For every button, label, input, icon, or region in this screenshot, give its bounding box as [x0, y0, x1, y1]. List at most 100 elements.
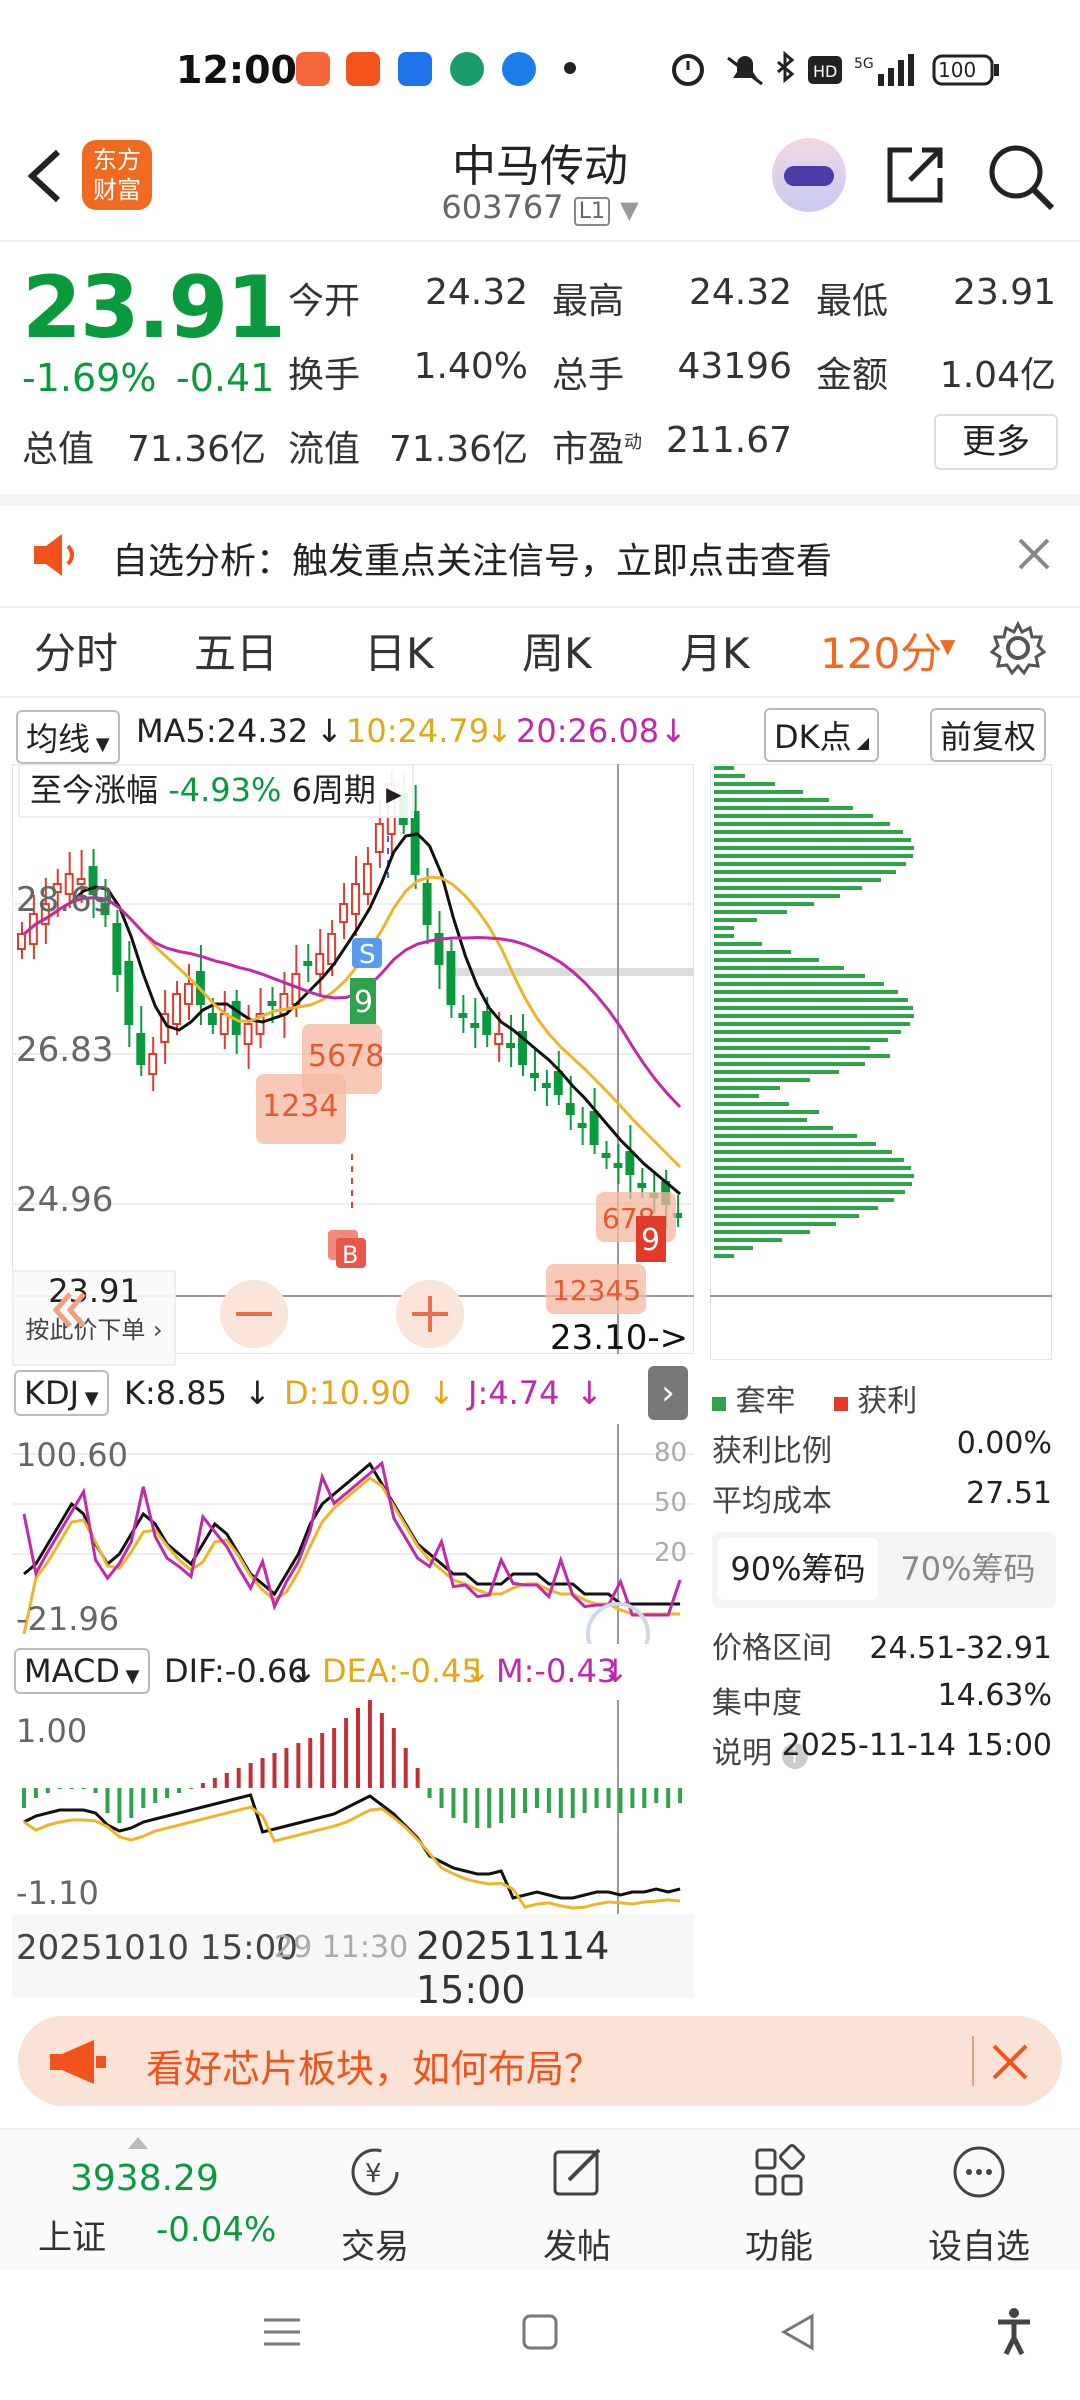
amount-label: 金额 — [816, 355, 889, 396]
accessibility-icon[interactable] — [994, 2306, 1034, 2356]
scroll-left-icon[interactable] — [40, 1282, 96, 1338]
dk-point-button[interactable]: DK点 ◢ — [764, 708, 880, 762]
chip-bar — [714, 766, 734, 770]
chip-bar — [714, 966, 844, 970]
search-icon[interactable] — [986, 142, 1056, 212]
macd-bar — [678, 1788, 683, 1803]
nav-post[interactable]: 发帖 — [512, 2144, 642, 2268]
macd-axis-bottom: -1.10 — [16, 1874, 99, 1912]
macd-bar — [523, 1788, 528, 1813]
collapse-panel-button[interactable]: › — [648, 1366, 688, 1420]
chip-bar — [714, 1126, 833, 1130]
macd-selector[interactable]: MACD ▼ — [14, 1648, 150, 1694]
sequence-numbers: 1234 — [262, 1089, 338, 1124]
nav-functions[interactable]: 功能 — [714, 2144, 844, 2268]
macd-bar — [81, 1788, 86, 1789]
float-value: 71.36亿 — [388, 429, 528, 470]
macd-bar — [511, 1788, 516, 1818]
chip-bar — [714, 974, 865, 978]
chip-bar — [714, 1022, 910, 1026]
macd-bar — [260, 1758, 265, 1788]
turnover-label: 换手 — [288, 355, 361, 396]
status-time: 12:00 — [176, 48, 297, 92]
candle-body — [553, 1071, 563, 1095]
period-change-label: 至今涨幅 — [30, 771, 159, 809]
chip-bar — [714, 1158, 904, 1162]
nav-trade[interactable]: ¥ 交易 — [310, 2144, 440, 2268]
candle-body — [613, 1163, 623, 1168]
macd-bar — [344, 1718, 349, 1788]
close-icon[interactable] — [1016, 536, 1052, 572]
tab-chip-70[interactable]: 70%筹码 — [888, 1538, 1048, 1600]
candlestick-chart[interactable]: 1234 5678 678 12345 S 9 9 B — [12, 764, 694, 1354]
zoom-out-button[interactable] — [220, 1280, 288, 1348]
nav-add-watchlist[interactable]: 设自选 — [914, 2144, 1044, 2268]
concentration-label: 集中度 — [712, 1686, 802, 1721]
chip-bar — [714, 1222, 836, 1226]
candle-body — [482, 1011, 492, 1035]
chip-bar — [714, 934, 734, 938]
tab-monthly-k[interactable]: 月K — [680, 620, 750, 681]
adjust-button[interactable]: 前复权 — [930, 708, 1047, 762]
chip-legend: 套牢 获利 — [712, 1376, 1056, 1426]
chip-bar — [714, 910, 787, 914]
period-length: 6周期 — [291, 771, 376, 809]
settings-gear-icon[interactable] — [990, 620, 1046, 676]
ma-selector[interactable]: 均线 ▼ — [16, 710, 120, 764]
tab-chip-90[interactable]: 90%筹码 — [718, 1538, 878, 1600]
candle-body — [577, 1123, 587, 1128]
share-icon[interactable] — [882, 142, 948, 208]
more-button[interactable]: 更多 — [934, 414, 1058, 470]
open-label: 今开 — [288, 281, 361, 322]
pe-superscript: 动 — [624, 432, 643, 453]
macd-bar — [188, 1788, 193, 1789]
candle-body — [422, 883, 432, 925]
period-change-value: -4.93% — [168, 771, 282, 809]
chip-bar — [714, 1038, 888, 1042]
kdj-selector[interactable]: KDJ ▼ — [14, 1370, 109, 1416]
ma5-value: MA5:24.32 — [136, 712, 309, 750]
macd-bar — [642, 1788, 647, 1808]
change-percent: -1.69% — [22, 356, 157, 400]
period-change-box[interactable]: 至今涨幅 -4.93% 6周期 ▶ — [18, 764, 414, 818]
close-icon[interactable] — [990, 2042, 1030, 2082]
chip-bar — [714, 790, 803, 794]
chip-bar — [714, 990, 898, 994]
macd-bar — [427, 1788, 432, 1798]
macd-dif-line — [23, 1793, 681, 1900]
kdj-k-arrow: ↓ — [244, 1374, 271, 1412]
macd-bar — [594, 1788, 599, 1808]
candle-body — [243, 1023, 253, 1045]
tab-minute[interactable]: 分时 — [34, 620, 118, 681]
chip-bar — [714, 838, 911, 842]
tab-weekly-k[interactable]: 周K — [522, 620, 592, 681]
mcap-value: 71.36亿 — [126, 429, 266, 470]
kdj-level-20: 20 — [654, 1538, 688, 1568]
home-icon[interactable] — [520, 2312, 560, 2352]
macd-bar — [379, 1713, 384, 1788]
macd-axis-top: 1.00 — [16, 1712, 88, 1750]
profit-ratio-value: 0.00% — [956, 1426, 1052, 1461]
tab-120min[interactable]: 120分 — [820, 620, 942, 681]
zoom-in-button[interactable] — [396, 1280, 464, 1348]
macd-bar — [21, 1788, 26, 1808]
candle-body — [112, 923, 122, 975]
tab-daily-k[interactable]: 日K — [364, 620, 434, 681]
chip-bar — [714, 806, 853, 810]
menu-icon[interactable] — [262, 2312, 302, 2352]
chip-bar — [714, 1030, 901, 1034]
profit-legend: 获利 — [857, 1384, 918, 1419]
candle-body — [637, 1183, 647, 1188]
notice-bar[interactable]: 自选分析：触发重点关注信号，立即点击查看 — [0, 494, 1080, 608]
macd-bar — [570, 1788, 575, 1818]
stock-code: 603767 — [441, 188, 564, 226]
assistant-robot-icon[interactable] — [772, 138, 846, 212]
macd-bar — [558, 1788, 563, 1818]
concentration-row: 集中度 14.63% — [712, 1678, 1056, 1728]
tab-five-day[interactable]: 五日 — [194, 620, 278, 681]
macd-bar — [117, 1788, 122, 1823]
app-notification-icon — [346, 52, 380, 86]
chip-bar — [714, 1150, 892, 1154]
promo-banner[interactable]: 看好芯片板块，如何布局？ — [18, 2016, 1062, 2106]
back-nav-icon[interactable] — [778, 2312, 818, 2352]
